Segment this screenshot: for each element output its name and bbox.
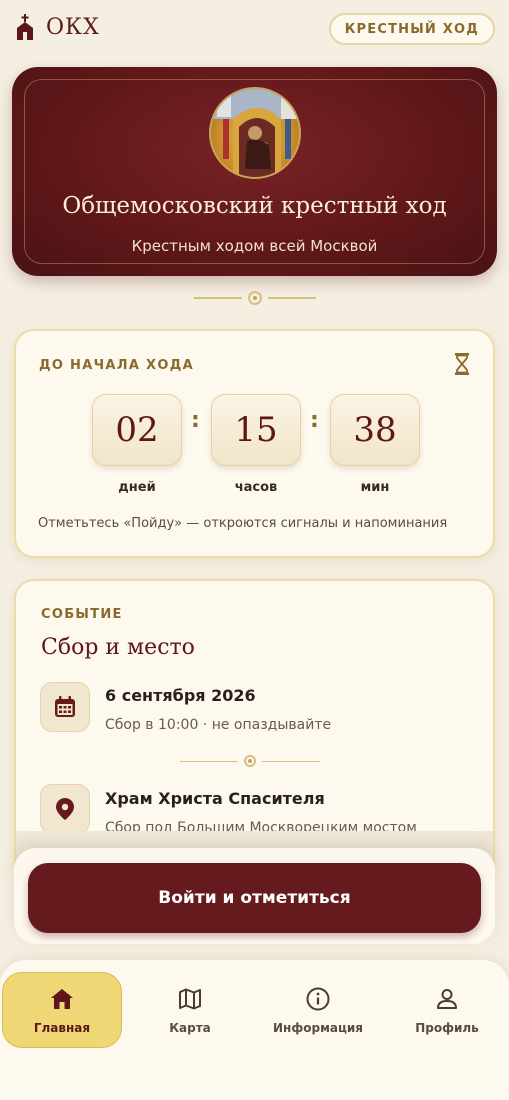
icon-image — [208, 87, 301, 179]
church-icon — [17, 14, 33, 40]
hero-title: Общемосковский крестный ход — [62, 193, 447, 219]
days-value: 02 — [92, 394, 182, 466]
tab-map-label: Карта — [169, 1020, 211, 1035]
home-icon — [51, 988, 73, 1009]
tab-info[interactable]: Информация — [258, 972, 378, 1048]
countdown-label: ДО НАЧАЛА ХОДА — [39, 358, 194, 373]
event-divider — [180, 755, 320, 767]
hours-value: 15 — [211, 394, 301, 466]
hourglass-icon — [455, 353, 469, 375]
location-icon-box — [40, 784, 90, 834]
event-date-note: Сбор в 10:00 · не опаздывайте — [105, 717, 332, 733]
icon-artwork — [210, 89, 299, 177]
countdown-card: ДО НАЧАЛА ХОДА 02 : 15 : 38 дней часов м… — [14, 329, 495, 558]
event-label: СОБЫТИЕ — [41, 607, 123, 622]
app-header: ОКХ КРЕСТНЫЙ ХОД — [0, 0, 509, 58]
brand[interactable]: ОКХ — [14, 14, 100, 40]
brand-name: ОКХ — [46, 14, 100, 40]
calendar-icon — [55, 696, 75, 717]
tab-home[interactable]: Главная — [2, 972, 122, 1048]
profile-icon — [437, 988, 457, 1009]
hero-banner: Общемосковский крестный ход Крестным ход… — [12, 67, 497, 276]
bottom-navigation: Главная Карта Информация Профиль — [0, 960, 509, 1100]
event-date: 6 сентября 2026 — [105, 686, 256, 705]
event-place: Храм Христа Спасителя — [105, 789, 325, 808]
tab-home-label: Главная — [33, 1020, 91, 1035]
countdown-hint: Отметьтесь «Пойду» — откроются сигналы и… — [38, 516, 448, 531]
map-icon — [179, 988, 201, 1009]
tab-profile[interactable]: Профиль — [387, 972, 507, 1048]
colon-separator: : — [310, 408, 319, 433]
login-checkin-button[interactable]: Войти и отметиться — [28, 863, 481, 933]
info-icon — [306, 987, 330, 1010]
tab-info-label: Информация — [273, 1020, 363, 1035]
hero-subtitle: Крестным ходом всей Москвой — [131, 237, 378, 255]
calendar-icon-box — [40, 682, 90, 732]
tab-map[interactable]: Карта — [130, 972, 250, 1048]
procession-pill[interactable]: КРЕСТНЫЙ ХОД — [328, 13, 495, 45]
colon-separator: : — [191, 408, 200, 433]
location-pin-icon — [56, 798, 74, 820]
hours-unit: часов — [234, 480, 278, 495]
tab-profile-label: Профиль — [415, 1020, 479, 1035]
minutes-unit: мин — [360, 480, 390, 495]
days-unit: дней — [118, 480, 156, 495]
cta-panel: Войти и отметиться — [14, 848, 495, 944]
event-card: СОБЫТИЕ Сбор и место 6 сентября 2026 Сбо… — [14, 579, 495, 879]
minutes-value: 38 — [330, 394, 420, 466]
ornament-divider — [0, 291, 509, 305]
event-title: Сбор и место — [41, 635, 195, 660]
